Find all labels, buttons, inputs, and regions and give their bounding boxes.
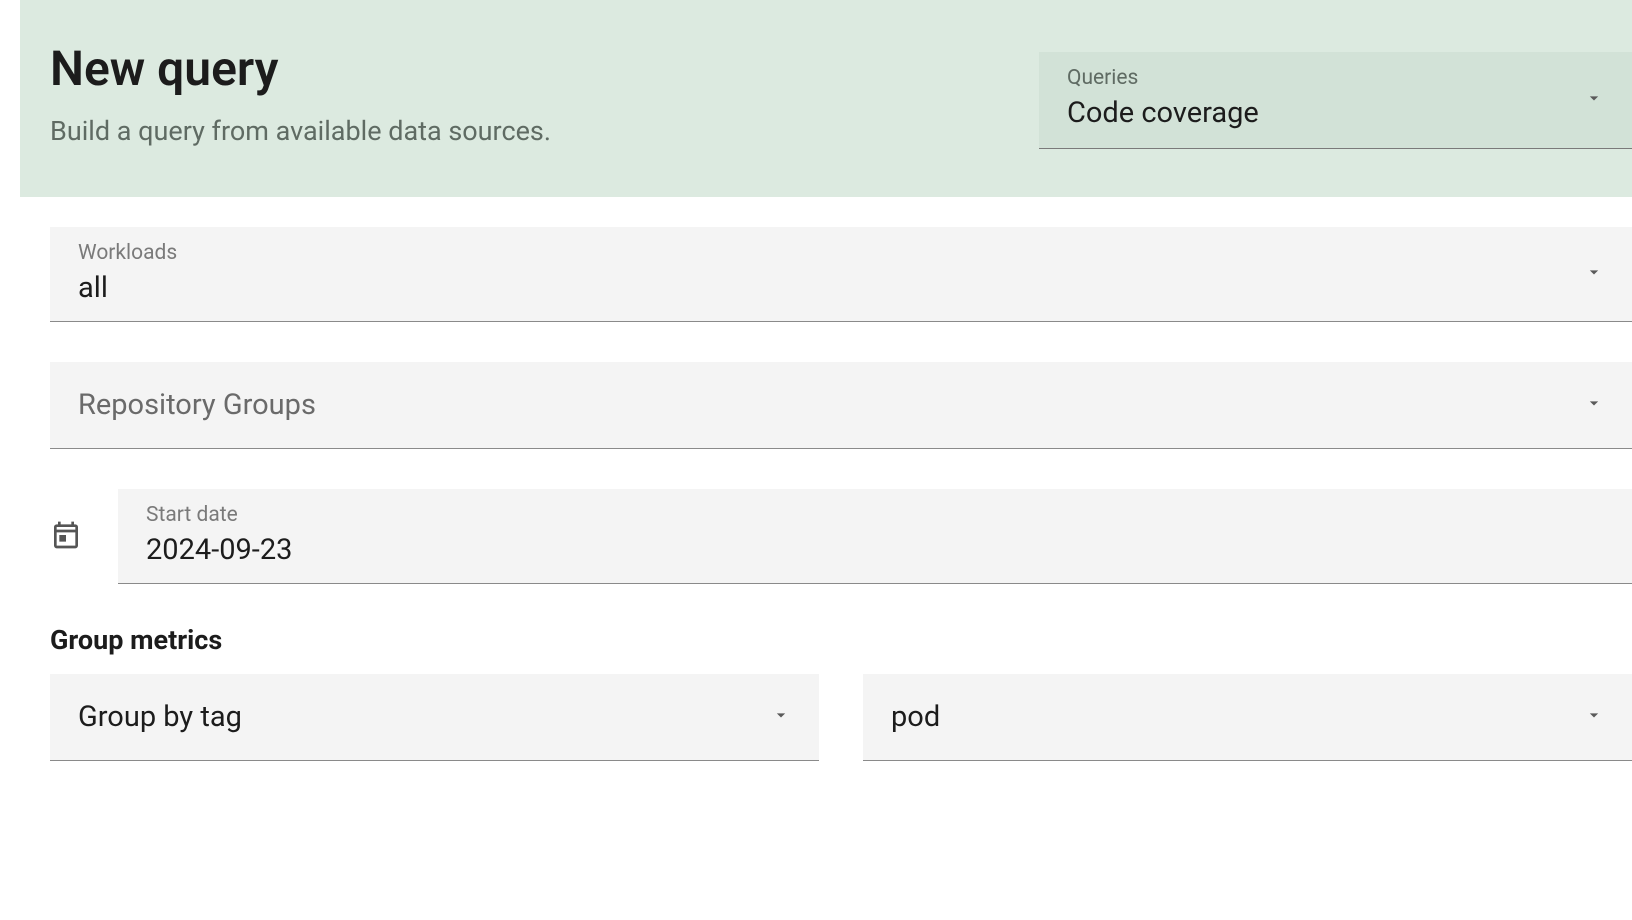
group-by-value: Group by tag: [78, 700, 242, 734]
queries-label: Queries: [1067, 66, 1604, 90]
chevron-down-icon: [771, 705, 791, 729]
queries-select[interactable]: Queries Code coverage: [1039, 52, 1632, 149]
chevron-down-icon: [1584, 705, 1604, 729]
group-tag-value: pod: [891, 700, 940, 734]
calendar-icon: [50, 519, 82, 555]
workloads-value: all: [78, 271, 108, 305]
chevron-down-icon: [1584, 88, 1604, 112]
page-title: New query: [50, 40, 1039, 97]
workloads-select[interactable]: Workloads all: [50, 227, 1632, 322]
chevron-down-icon: [1584, 262, 1604, 286]
repository-groups-placeholder: Repository Groups: [78, 388, 316, 422]
group-tag-select[interactable]: pod: [863, 674, 1632, 761]
start-date-field[interactable]: Start date 2024-09-23: [118, 489, 1632, 584]
group-by-select[interactable]: Group by tag: [50, 674, 819, 761]
page-subtitle: Build a query from available data source…: [50, 115, 1039, 147]
start-date-value: 2024-09-23: [146, 533, 292, 567]
chevron-down-icon: [1584, 393, 1604, 417]
header-panel: New query Build a query from available d…: [20, 0, 1632, 197]
queries-value: Code coverage: [1067, 96, 1259, 130]
start-date-label: Start date: [146, 503, 1604, 527]
group-metrics-heading: Group metrics: [50, 624, 1632, 656]
workloads-label: Workloads: [78, 241, 1604, 265]
repository-groups-select[interactable]: Repository Groups: [50, 362, 1632, 449]
